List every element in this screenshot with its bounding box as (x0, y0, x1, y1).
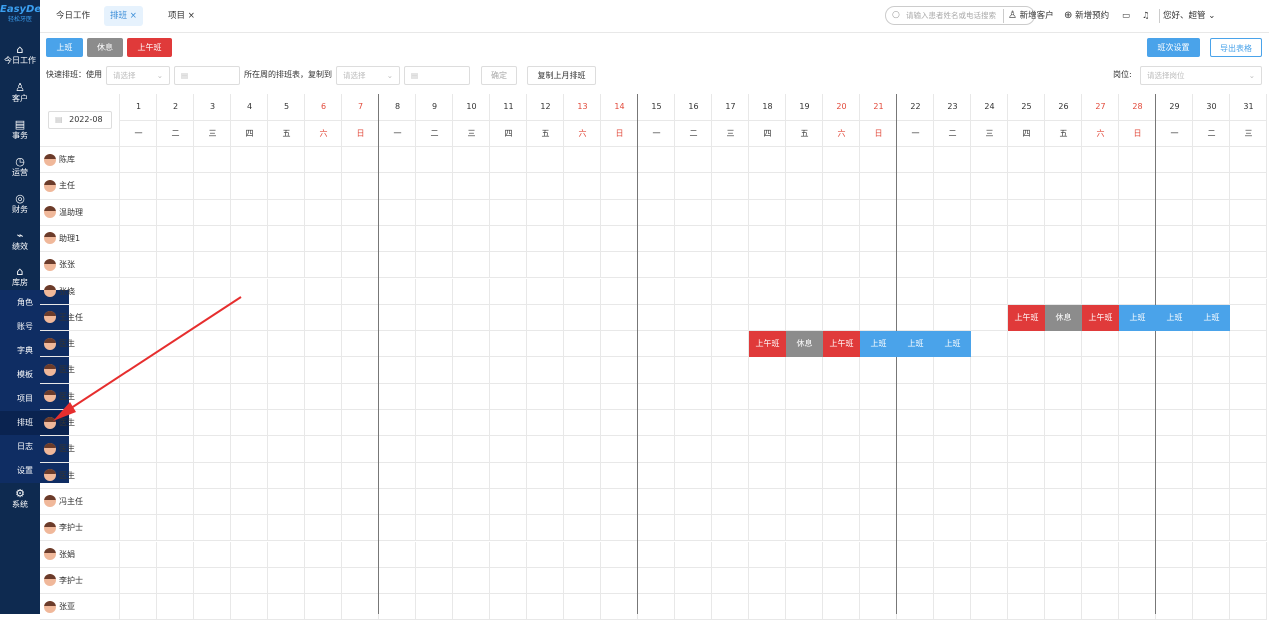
annotation-arrow (53, 296, 242, 421)
